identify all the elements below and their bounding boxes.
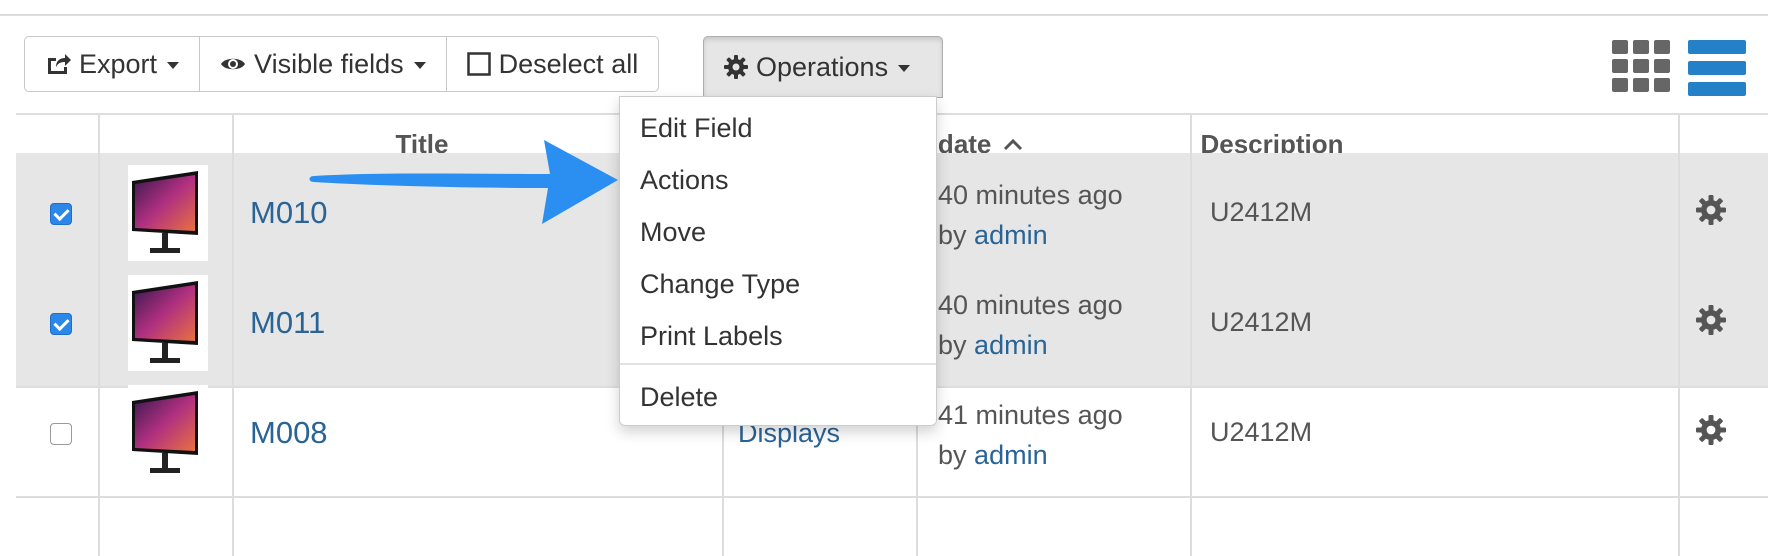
eye-icon (220, 55, 246, 73)
menu-item-move[interactable]: Move (640, 217, 706, 248)
menu-item-change-type[interactable]: Change Type (640, 269, 800, 300)
callout-arrow-icon (309, 140, 618, 224)
description-cell: U2412M (1210, 417, 1313, 447)
column-divider (232, 113, 234, 556)
user-link[interactable]: admin (974, 220, 1048, 250)
menu-item-actions[interactable]: Actions (640, 165, 729, 196)
menu-item-delete[interactable]: Delete (640, 382, 718, 413)
last-update: 40 minutes ago by admin (938, 290, 1123, 360)
deselect-all-button[interactable]: Deselect all (446, 36, 660, 92)
toolbar: Export Visible fields Deselect all (24, 36, 660, 94)
user-link[interactable]: admin (974, 440, 1048, 470)
share-icon (45, 52, 71, 76)
product-thumbnail[interactable] (128, 385, 208, 481)
menu-item-edit-field[interactable]: Edit Field (640, 113, 753, 144)
row-checkbox[interactable] (50, 423, 72, 445)
row-settings-gear-icon[interactable] (1696, 195, 1726, 230)
product-thumbnail[interactable] (128, 165, 208, 261)
export-button[interactable]: Export (24, 36, 201, 92)
operations-label: Operations (756, 51, 889, 82)
description-cell: U2412M (1210, 307, 1313, 337)
row-settings-gear-icon[interactable] (1696, 415, 1726, 450)
gear-icon (724, 55, 748, 79)
grid-view-icon[interactable] (1612, 40, 1670, 96)
row-checkbox[interactable] (50, 313, 72, 335)
deselect-all-label: Deselect all (498, 48, 639, 79)
user-link[interactable]: admin (974, 330, 1048, 360)
row-settings-gear-icon[interactable] (1696, 305, 1726, 340)
operations-menu: Edit Field Actions Move Change Type Prin… (619, 96, 937, 426)
menu-divider (620, 363, 936, 365)
empty-checkbox-icon (466, 52, 491, 76)
product-thumbnail[interactable] (128, 275, 208, 371)
caret-down-icon (413, 62, 426, 69)
last-update: 41 minutes ago by admin (938, 400, 1123, 470)
sort-ascending-icon (1004, 138, 1023, 151)
visible-fields-label: Visible fields (254, 48, 404, 79)
row-title-link[interactable]: M008 (250, 415, 328, 451)
row-checkbox[interactable] (50, 203, 72, 225)
column-divider (1190, 113, 1192, 556)
caret-down-icon (167, 62, 180, 69)
description-cell: U2412M (1210, 197, 1313, 227)
column-divider (1678, 113, 1680, 556)
caret-down-icon (898, 65, 911, 72)
menu-item-print-labels[interactable]: Print Labels (640, 321, 783, 352)
export-label: Export (79, 48, 158, 79)
visible-fields-button[interactable]: Visible fields (200, 36, 447, 92)
top-divider (0, 14, 1768, 16)
column-divider (98, 113, 100, 556)
last-update: 40 minutes ago by admin (938, 180, 1123, 250)
operations-button[interactable]: Operations (703, 36, 943, 98)
row-title-link[interactable]: M011 (250, 305, 325, 341)
list-view-icon[interactable] (1688, 40, 1746, 96)
